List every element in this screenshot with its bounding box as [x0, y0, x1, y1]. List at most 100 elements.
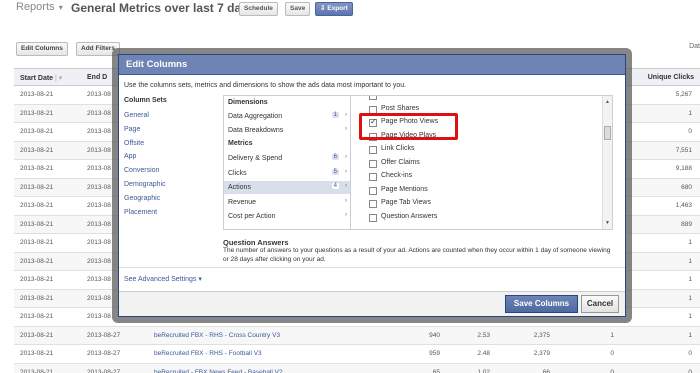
start-date-cell: 2013-08-21 [20, 313, 54, 320]
page-title: General Metrics over last 7 days [71, 1, 255, 15]
unique-clicks-cell: 5,267 [675, 91, 692, 98]
checkbox-label: Page Tab Views [381, 199, 431, 206]
checkbox-label: Offer Claims [381, 158, 420, 166]
scrollbar[interactable]: ▲ ▼ [602, 96, 612, 229]
unique-clicks-cell: 1 [688, 331, 692, 339]
scroll-down-icon[interactable]: ▼ [605, 220, 610, 226]
start-date-cell: 2013-08-21 [20, 350, 54, 357]
unique-clicks-cell: 680 [681, 183, 692, 191]
checkbox-label: Check-ins [381, 172, 413, 179]
start-date-cell: 2013-08-21 [20, 368, 54, 373]
save-columns-button[interactable]: Save Columns [505, 295, 578, 313]
metric-category-item[interactable]: Clicks 5 › [224, 167, 350, 180]
column-set-page[interactable]: Page [124, 126, 140, 133]
date-label: Dat [689, 43, 700, 50]
metric-category-label: Delivery & Spend [228, 155, 283, 162]
end-date-cell: 2013-08 [87, 239, 111, 246]
column-set-general[interactable]: General [124, 112, 149, 119]
end-date-cell: 2013-08-27 [87, 331, 121, 339]
unique-clicks-cell: 1 [688, 109, 692, 117]
start-date-cell: 2013-08-21 [20, 331, 54, 339]
value-cell: 2,379 [533, 350, 550, 357]
metric-category-label: Revenue [228, 198, 257, 206]
unique-clicks-cell: 7,551 [675, 146, 692, 154]
dialog-title: Edit Columns [119, 55, 625, 75]
end-date-cell: 2013-08 [87, 313, 111, 320]
checkbox-label: Page Mentions [381, 185, 428, 193]
ad-name-link[interactable]: beRecruited FBX - RHS - Cross Country V3 [154, 332, 280, 339]
metric-category-item[interactable]: Cost per Action › [224, 210, 350, 223]
reports-breadcrumb[interactable]: Reports ▾ [16, 1, 63, 13]
column-header-unique-clicks[interactable]: Unique Clicks [648, 74, 694, 81]
start-date-cell: 2013-08-21 [20, 276, 54, 283]
ad-name-link[interactable]: beRecruited - FBX News Feed - Baseball V… [154, 369, 283, 373]
end-date-cell: 2013-08 [87, 276, 111, 283]
category-panel: Dimensions Data Aggregation 1 › Data Breakd… [223, 95, 351, 230]
dialog-footer: Save Columns Cancel [119, 291, 625, 316]
dimension-item[interactable]: Data Breakdowns › [224, 124, 350, 137]
metric-category-item[interactable]: Delivery & Spend 6 › [224, 152, 350, 165]
start-date-cell: 2013-08-21 [20, 294, 54, 302]
unique-clicks-cell: 0 [688, 350, 692, 357]
end-date-cell: 2013-08 [87, 257, 111, 265]
chevron-down-icon: ▾ [196, 276, 202, 283]
chevron-down-icon: ▾ [56, 3, 63, 12]
scrollbar-thumb[interactable] [604, 126, 611, 140]
checkbox-label: Link Clicks [381, 145, 415, 152]
scroll-up-icon[interactable]: ▲ [605, 99, 610, 105]
start-date-cell: 2013-08-21 [20, 109, 54, 117]
column-set-demographic[interactable]: Demographic [124, 181, 166, 188]
save-button[interactable]: Save [285, 2, 311, 16]
checkbox[interactable] [369, 186, 377, 195]
export-button[interactable]: ⇩ Export [315, 2, 353, 16]
checkbox[interactable] [369, 96, 377, 100]
end-date-cell: 2013-08-27 [87, 368, 121, 373]
checkbox[interactable] [369, 200, 377, 208]
column-header-end-date[interactable]: End D [87, 74, 107, 81]
cancel-button[interactable]: Cancel [581, 295, 619, 313]
end-date-cell: 2013-08 [87, 294, 111, 302]
table-row[interactable]: 2013-08-21 2013-08-27 beRecruited FBX - RH… [14, 326, 700, 345]
value-cell: 66 [542, 368, 550, 373]
schedule-button[interactable]: Schedule [239, 2, 278, 16]
column-header-start-date[interactable]: Start Date | ▾ [20, 74, 62, 82]
chevron-right-icon: › [345, 112, 347, 118]
start-date-cell: 2013-08-21 [20, 183, 54, 191]
column-set-app[interactable]: App [124, 153, 136, 160]
column-set-geographic[interactable]: Geographic [124, 195, 160, 202]
end-date-cell: 2013-08 [87, 165, 111, 172]
start-date-cell: 2013-08-21 [20, 128, 54, 135]
dimensions-title: Dimensions [228, 99, 268, 106]
metric-category-item[interactable]: Actions 4 › [224, 181, 350, 194]
count-badge: 6 [331, 154, 339, 160]
ad-name-link[interactable]: beRecruited FBX - RHS - Football V3 [154, 350, 262, 357]
checkbox[interactable] [369, 213, 377, 222]
advanced-settings-link[interactable]: See Advanced Settings ▾ [124, 275, 202, 283]
checkbox[interactable] [369, 159, 377, 168]
column-set-conversion[interactable]: Conversion [124, 167, 159, 174]
value-cell: 940 [429, 331, 440, 339]
value-cell: 0 [610, 368, 614, 373]
column-set-placement[interactable]: Placement [124, 209, 157, 216]
checkbox[interactable] [369, 173, 377, 181]
metric-category-item[interactable]: Revenue › [224, 196, 350, 209]
sort-icon: | ▾ [53, 75, 63, 82]
chevron-right-icon: › [345, 183, 347, 189]
end-date-cell: 2013-08 [87, 183, 111, 191]
table-row[interactable]: 2013-08-21 2013-08-27 beRecruited FBX - RH… [14, 345, 700, 364]
unique-clicks-cell: 1 [688, 239, 692, 246]
value-cell: 2.48 [477, 350, 490, 357]
dimension-item[interactable]: Data Aggregation 1 › [224, 110, 350, 123]
table-row[interactable]: 2013-08-21 2013-08-27 beRecruited - FBX Ne… [14, 363, 700, 373]
column-set-offsite[interactable]: Offsite [124, 140, 144, 147]
metric-category-label: Clicks [228, 169, 247, 177]
count-badge: 5 [331, 168, 339, 175]
chevron-right-icon: › [345, 154, 347, 160]
start-date-cell: 2013-08-21 [20, 257, 54, 265]
start-date-cell: 2013-08-21 [20, 220, 54, 228]
value-cell: 1 [610, 331, 614, 339]
metrics-title: Metrics [228, 140, 253, 147]
edit-columns-button[interactable]: Edit Columns [16, 42, 68, 56]
chevron-right-icon: › [345, 168, 347, 175]
checkbox[interactable] [369, 146, 377, 154]
